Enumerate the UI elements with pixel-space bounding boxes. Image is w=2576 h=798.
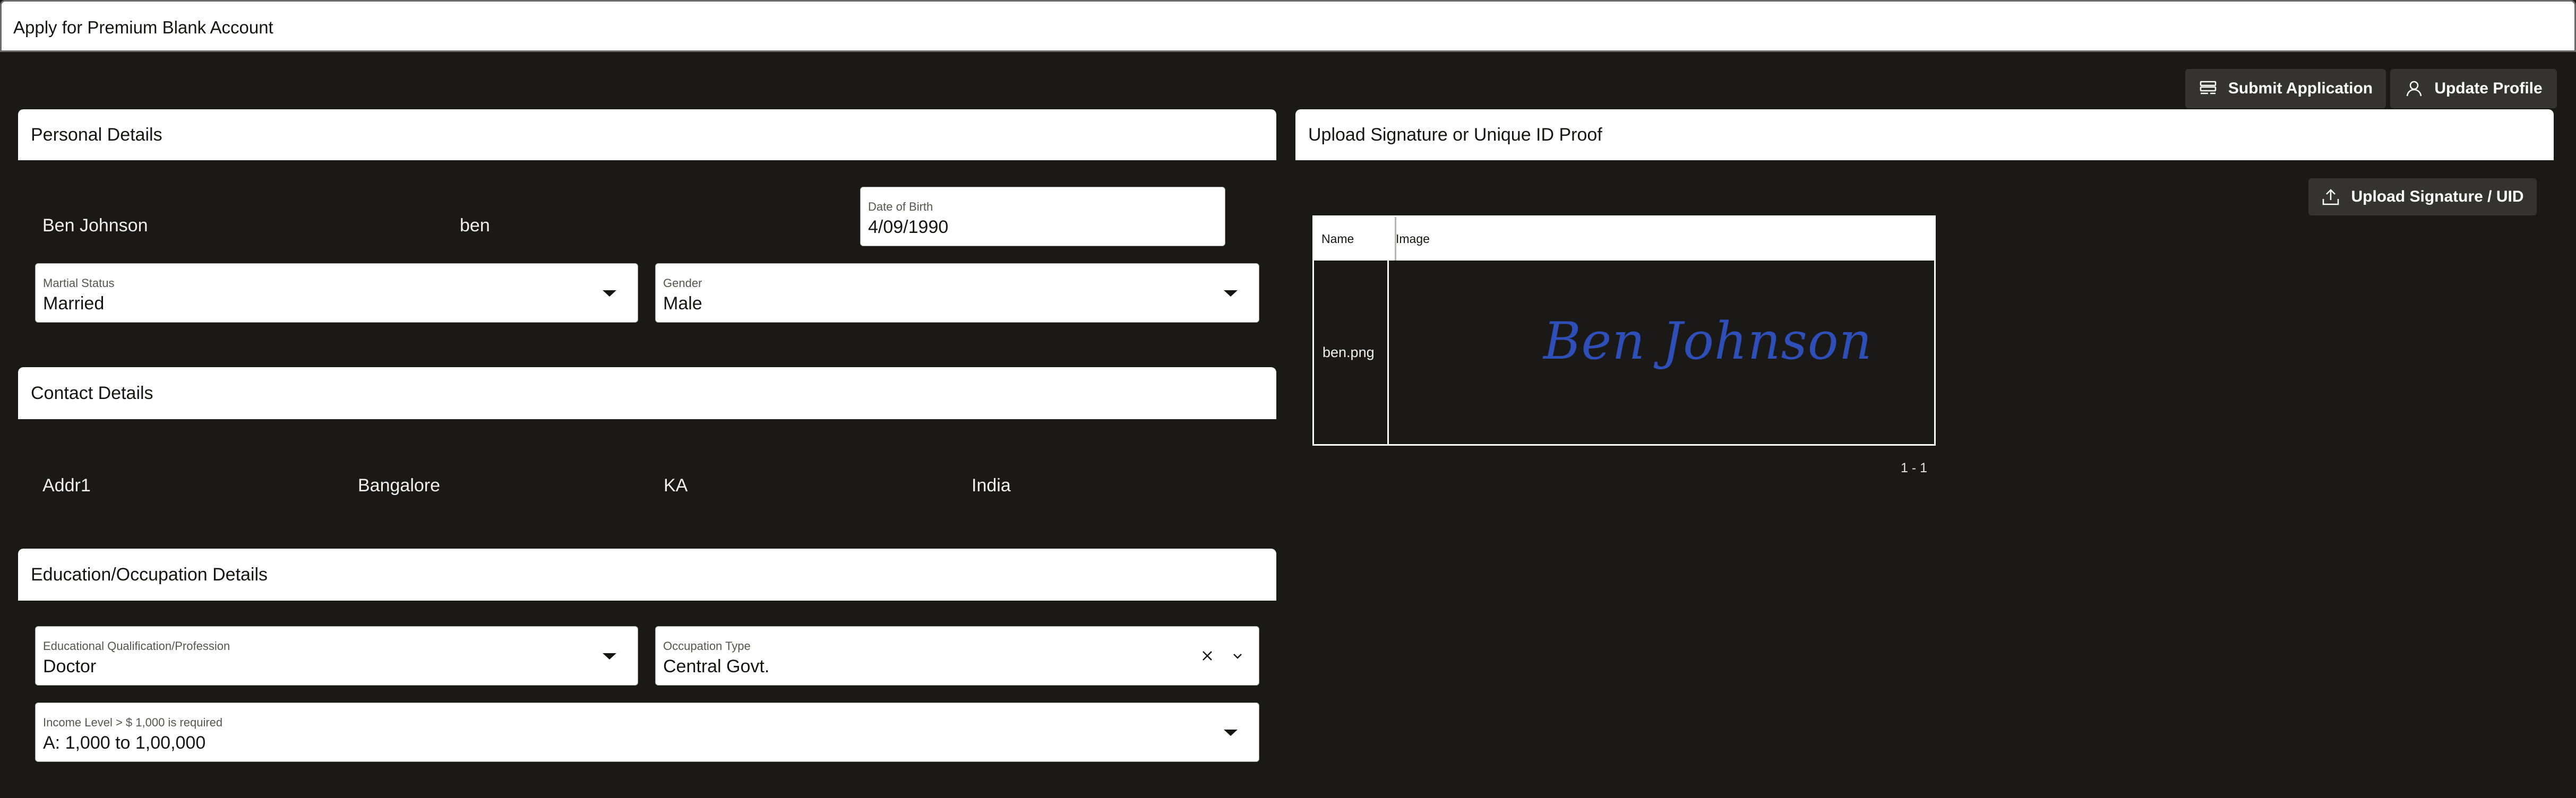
date-of-birth-label: Date of Birth [868, 200, 933, 213]
caret-down-icon[interactable] [1224, 290, 1238, 297]
gender-select[interactable]: Gender Male [655, 263, 1259, 323]
address-value: Addr1 [42, 475, 91, 496]
submit-application-label: Submit Application [2228, 80, 2373, 97]
caret-down-icon[interactable] [603, 290, 616, 297]
window-titlebar: Apply for Premium Blank Account [0, 0, 2576, 52]
state-value: KA [664, 475, 688, 496]
contact-details-title: Contact Details [31, 383, 153, 403]
occupation-type-label: Occupation Type [663, 639, 751, 653]
qualification-label: Educational Qualification/Profession [43, 639, 230, 653]
file-name-cell: ben.png [1323, 344, 1375, 360]
upload-icon [2323, 189, 2339, 205]
education-details-title: Education/Occupation Details [31, 564, 268, 585]
close-icon[interactable] [1200, 649, 1214, 663]
personal-details-header: Personal Details [18, 109, 1276, 160]
city-value: Bangalore [358, 475, 441, 496]
qualification-select[interactable]: Educational Qualification/Profession Doc… [35, 626, 638, 686]
marital-status-value: Married [43, 293, 105, 314]
table-row[interactable]: ben.png Ben Johnson [1314, 261, 1934, 444]
income-level-label: Income Level > $ 1,000 is required [43, 716, 223, 729]
full-name-value: Ben Johnson [42, 215, 148, 236]
upload-panel-title: Upload Signature or Unique ID Proof [1308, 124, 1602, 145]
date-of-birth-value: 4/09/1990 [868, 217, 949, 237]
gender-label: Gender [663, 276, 702, 290]
occupation-type-value: Central Govt. [663, 656, 770, 676]
upload-signature-button[interactable]: Upload Signature / UID [2308, 178, 2537, 215]
qualification-value: Doctor [43, 656, 97, 676]
chevron-down-icon[interactable] [1231, 650, 1244, 663]
table-header: Name Image [1314, 217, 1934, 261]
upload-signature-label: Upload Signature / UID [2351, 188, 2524, 205]
column-header-image[interactable]: Image [1396, 232, 1430, 246]
column-header-name[interactable]: Name [1321, 232, 1354, 246]
user-icon [2407, 81, 2422, 97]
pagination-text: 1 - 1 [1901, 461, 1928, 475]
occupation-type-select[interactable]: Occupation Type Central Govt. [655, 626, 1259, 686]
income-level-select[interactable]: Income Level > $ 1,000 is required A: 1,… [35, 702, 1259, 762]
username-value: ben [460, 215, 490, 236]
contact-details-header: Contact Details [18, 367, 1276, 419]
stack-icon [2200, 81, 2217, 94]
date-of-birth-field[interactable]: Date of Birth 4/09/1990 [860, 187, 1225, 246]
upload-panel-header: Upload Signature or Unique ID Proof [1295, 109, 2554, 160]
update-profile-label: Update Profile [2434, 80, 2543, 97]
upload-table: Name Image ben.png Ben Johnson [1312, 215, 1936, 446]
marital-status-label: Martial Status [43, 276, 115, 290]
education-details-header: Education/Occupation Details [18, 549, 1276, 601]
marital-status-select[interactable]: Martial Status Married [35, 263, 638, 323]
update-profile-button[interactable]: Update Profile [2390, 69, 2557, 108]
caret-down-icon[interactable] [1224, 730, 1238, 736]
gender-value: Male [663, 293, 702, 314]
income-level-value: A: 1,000 to 1,00,000 [43, 733, 206, 753]
signature-image: Ben Johnson [1543, 311, 1873, 371]
country-value: India [972, 475, 1011, 496]
personal-details-title: Personal Details [31, 124, 162, 145]
column-divider [1387, 261, 1389, 444]
submit-application-button[interactable]: Submit Application [2185, 69, 2386, 108]
window-title: Apply for Premium Blank Account [13, 18, 273, 37]
caret-down-icon[interactable] [603, 653, 616, 660]
